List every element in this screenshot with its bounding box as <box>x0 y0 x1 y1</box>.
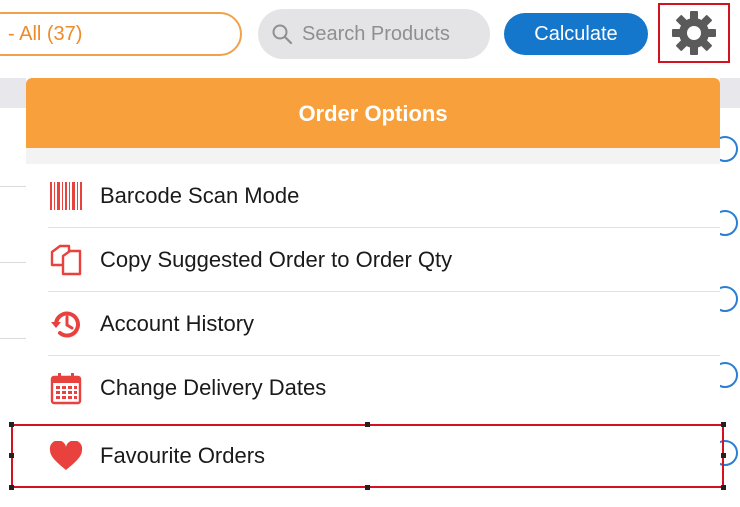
resize-handle <box>9 485 14 490</box>
resize-handle <box>721 453 726 458</box>
resize-handle <box>9 422 14 427</box>
resize-handle <box>721 485 726 490</box>
row-divider <box>0 338 26 339</box>
settings-button[interactable] <box>658 3 730 63</box>
highlight-box <box>11 424 724 488</box>
menu-item-label: Change Delivery Dates <box>100 375 327 400</box>
popover-title: Order Options <box>26 78 720 148</box>
filter-dropdown[interactable]: - All (37) <box>0 12 242 56</box>
search-placeholder: Search Products <box>302 23 450 45</box>
menu-item-label: Account History <box>100 311 255 336</box>
calculate-button[interactable]: Calculate <box>504 13 648 55</box>
copy-icon <box>48 242 84 278</box>
history-icon <box>48 306 84 342</box>
order-options-popover: Order Options Barcode Scan Mode Copy Sug… <box>26 78 720 428</box>
menu-item-account-history[interactable]: Account History <box>26 292 720 356</box>
menu-item-copy-suggested-order[interactable]: Copy Suggested Order to Order Qty <box>26 228 720 292</box>
gear-icon <box>672 11 716 55</box>
menu-item-label: Barcode Scan Mode <box>100 183 300 208</box>
resize-handle <box>365 485 370 490</box>
search-icon <box>272 24 293 45</box>
filter-label: - All (37) <box>8 23 83 45</box>
menu-item-barcode-scan-mode[interactable]: Barcode Scan Mode <box>26 164 720 228</box>
resize-handle <box>721 422 726 427</box>
menu-item-label: Copy Suggested Order to Order Qty <box>100 247 453 272</box>
barcode-icon <box>48 178 84 214</box>
resize-handle <box>9 453 14 458</box>
popover-spacer <box>26 148 720 164</box>
menu-item-change-delivery-dates[interactable]: Change Delivery Dates <box>26 356 720 420</box>
search-input[interactable]: Search Products <box>258 9 490 59</box>
resize-handle <box>365 422 370 427</box>
calendar-icon <box>48 370 84 406</box>
row-divider <box>0 262 26 263</box>
row-divider <box>0 186 26 187</box>
